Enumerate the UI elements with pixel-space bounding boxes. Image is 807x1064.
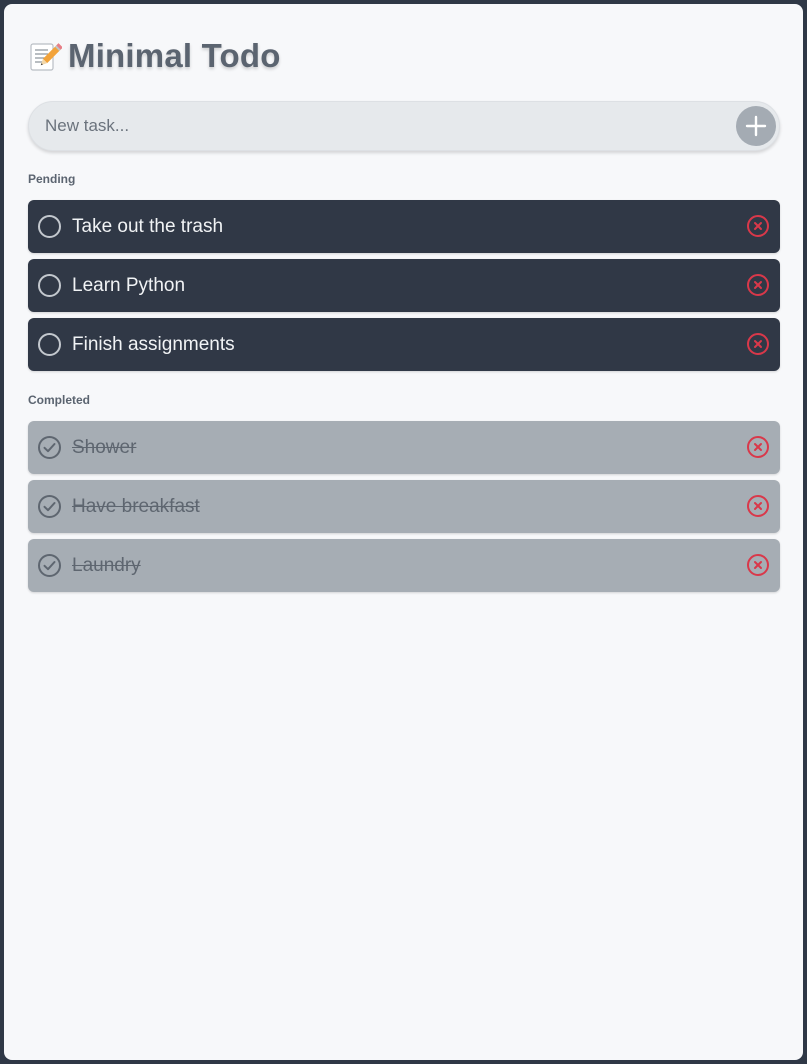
- delete-icon[interactable]: [746, 332, 770, 356]
- delete-icon[interactable]: [746, 494, 770, 518]
- new-task-bar: [28, 101, 780, 151]
- task-label: Laundry: [72, 555, 141, 576]
- pending-section-label: Pending: [28, 172, 76, 186]
- task-label: Shower: [72, 437, 137, 458]
- page-title: Minimal Todo: [68, 37, 281, 74]
- completed-task-item: Shower: [28, 421, 780, 474]
- delete-icon[interactable]: [746, 273, 770, 297]
- plus-icon: [745, 115, 767, 137]
- completed-task-list: Shower Have breakfast Laundry: [28, 421, 780, 598]
- unchecked-circle-icon[interactable]: [37, 332, 62, 357]
- pending-task-item: Take out the trash: [28, 200, 780, 253]
- checked-circle-icon[interactable]: [37, 435, 62, 460]
- completed-task-item: Have breakfast: [28, 480, 780, 533]
- new-task-input[interactable]: [29, 102, 719, 150]
- task-label: Learn Python: [72, 275, 186, 296]
- unchecked-circle-icon[interactable]: [37, 273, 62, 298]
- task-label: Take out the trash: [72, 216, 224, 237]
- add-task-button[interactable]: [736, 106, 776, 146]
- app-header: Minimal Todo: [28, 34, 281, 78]
- delete-icon[interactable]: [746, 214, 770, 238]
- pending-task-item: Learn Python: [28, 259, 780, 312]
- checked-circle-icon[interactable]: [37, 494, 62, 519]
- delete-icon[interactable]: [746, 553, 770, 577]
- pending-task-item: Finish assignments: [28, 318, 780, 371]
- completed-task-item: Laundry: [28, 539, 780, 592]
- app-window: Minimal Todo Pending Take out the trash: [4, 4, 803, 1060]
- memo-pencil-icon: [30, 43, 62, 71]
- delete-icon[interactable]: [746, 435, 770, 459]
- task-label: Finish assignments: [72, 334, 235, 355]
- task-label: Have breakfast: [72, 496, 200, 517]
- pending-task-list: Take out the trash Learn Python Finish a: [28, 200, 780, 377]
- completed-section-label: Completed: [28, 393, 91, 407]
- checked-circle-icon[interactable]: [37, 553, 62, 578]
- unchecked-circle-icon[interactable]: [37, 214, 62, 239]
